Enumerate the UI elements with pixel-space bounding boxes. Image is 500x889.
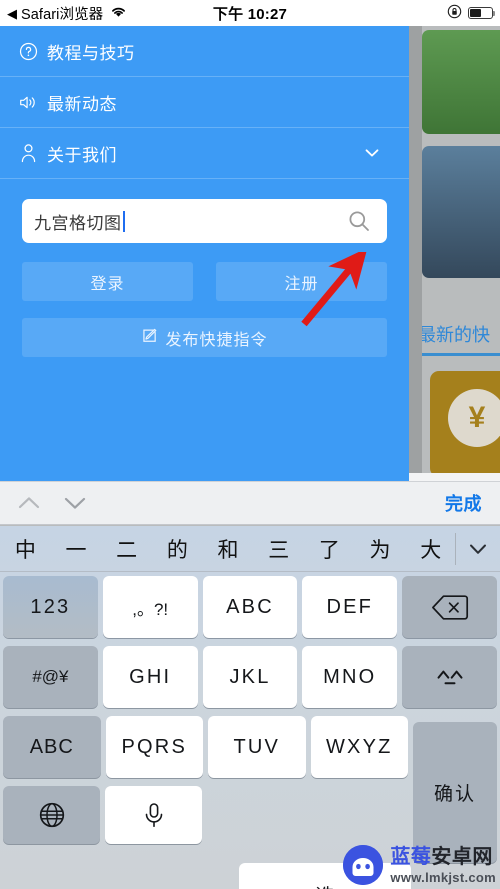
key-ghi[interactable]: GHI — [102, 646, 198, 708]
key-123[interactable]: 123 — [3, 576, 98, 638]
status-bar-clock: 下午 10:27 — [212, 5, 288, 23]
screen: ◀ Safari浏览器 下午 10:27 最新的快 ¥ 教程与技巧 最新动态 关… — [0, 0, 500, 889]
battery-icon — [468, 7, 496, 19]
candidate-item[interactable]: 大 — [405, 534, 456, 564]
key-punctuation[interactable]: ,。?! — [102, 576, 198, 638]
menu-item-about[interactable]: 关于我们 — [0, 128, 409, 179]
key-mno[interactable]: MNO — [302, 646, 398, 708]
menu-item-news[interactable]: 最新动态 — [0, 77, 409, 128]
speaker-icon — [18, 92, 38, 112]
menu-item-label: 教程与技巧 — [47, 43, 135, 63]
candidate-item[interactable]: 三 — [253, 534, 304, 564]
candidate-item[interactable]: 中 — [0, 534, 51, 564]
keyboard-accessory-bar: 完成 — [0, 481, 500, 525]
background-card-gold[interactable]: ¥ — [430, 371, 500, 477]
chevron-down-icon[interactable] — [58, 486, 92, 520]
key-delete[interactable] — [402, 576, 497, 638]
key-globe[interactable] — [3, 786, 101, 844]
candidate-item[interactable]: 的 — [152, 534, 203, 564]
candidate-item[interactable]: 一 — [51, 534, 102, 564]
watermark-text: 蓝莓安卓网 www.lmkjst.com — [390, 847, 496, 884]
candidate-item[interactable]: 了 — [304, 534, 355, 564]
search-input-value: 九宫格切图 — [34, 213, 122, 233]
done-button[interactable]: 完成 — [445, 490, 482, 516]
background-card-green[interactable]: 自 — [422, 30, 500, 134]
background-section-rule — [420, 353, 500, 356]
candidate-item[interactable]: 为 — [355, 534, 406, 564]
watermark-brand-blue: 蓝莓 — [390, 845, 432, 868]
keyboard-grid: 123 ,。?! ABC DEF #@¥ GHI JKL MNO ABC PQR… — [0, 572, 500, 889]
auth-button-row: 登录 注册 — [22, 262, 387, 301]
watermark: 蓝莓安卓网 www.lmkjst.com — [343, 845, 496, 885]
publish-shortcut-label: 发布快捷指令 — [165, 331, 268, 349]
search-input[interactable]: 九宫格切图 — [22, 199, 387, 243]
key-confirm[interactable]: 确认 — [413, 722, 497, 863]
publish-shortcut-button[interactable]: 发布快捷指令 — [22, 318, 387, 357]
key-mode-abc[interactable]: ABC — [3, 716, 101, 778]
search-icon[interactable] — [347, 209, 371, 233]
watermark-brand: 蓝莓安卓网 — [390, 847, 496, 867]
background-bottom-strip — [409, 473, 500, 481]
menu-item-label: 最新动态 — [47, 94, 117, 114]
yen-coin-icon: ¥ — [448, 389, 500, 447]
keyboard: 中 一 二 的 和 三 了 为 大 123 ,。?! ABC DEF #@¥ G… — [0, 526, 500, 889]
candidate-item[interactable]: 和 — [203, 534, 254, 564]
question-circle-icon — [18, 41, 38, 61]
key-dictation[interactable] — [105, 786, 203, 844]
register-button[interactable]: 注册 — [216, 262, 387, 301]
chevron-down-icon[interactable] — [456, 536, 500, 562]
drawer-body: 九宫格切图 登录 注册 发布快捷指令 — [0, 179, 409, 357]
menu-item-tutorials[interactable]: 教程与技巧 — [0, 26, 409, 77]
background-gutter — [409, 26, 422, 481]
side-drawer: 教程与技巧 最新动态 关于我们 九宫格切图 登录 注册 发布快捷指令 — [0, 26, 409, 481]
text-caret — [122, 210, 125, 232]
key-emoticon[interactable] — [402, 646, 497, 708]
status-bar: ◀ Safari浏览器 下午 10:27 — [0, 0, 500, 26]
keyboard-row: 123 ,。?! ABC DEF — [0, 572, 500, 642]
candidate-item[interactable]: 二 — [101, 534, 152, 564]
watermark-brand-dark: 安卓网 — [431, 845, 493, 868]
candidate-bar: 中 一 二 的 和 三 了 为 大 — [0, 526, 500, 572]
watermark-url: www.lmkjst.com — [390, 869, 496, 885]
android-robot-logo-icon — [343, 845, 384, 885]
candidate-divider — [455, 533, 456, 565]
key-pqrs[interactable]: PQRS — [105, 716, 203, 778]
background-section-title: 最新的快 — [418, 325, 490, 345]
key-jkl[interactable]: JKL — [202, 646, 298, 708]
key-symbols[interactable]: #@¥ — [3, 646, 98, 708]
keyboard-row: #@¥ GHI JKL MNO — [0, 642, 500, 712]
login-button[interactable]: 登录 — [22, 262, 193, 301]
menu-item-label: 关于我们 — [47, 145, 117, 165]
key-abc[interactable]: ABC — [202, 576, 298, 638]
chevron-up-icon[interactable] — [12, 486, 46, 520]
background-card-blue[interactable]: ⬅ 料 — [422, 146, 500, 278]
key-wxyz[interactable]: WXYZ — [310, 716, 408, 778]
person-icon — [18, 143, 38, 163]
key-def[interactable]: DEF — [302, 576, 398, 638]
key-tuv[interactable]: TUV — [208, 716, 306, 778]
chevron-down-icon[interactable] — [363, 144, 381, 162]
compose-icon — [141, 327, 158, 349]
